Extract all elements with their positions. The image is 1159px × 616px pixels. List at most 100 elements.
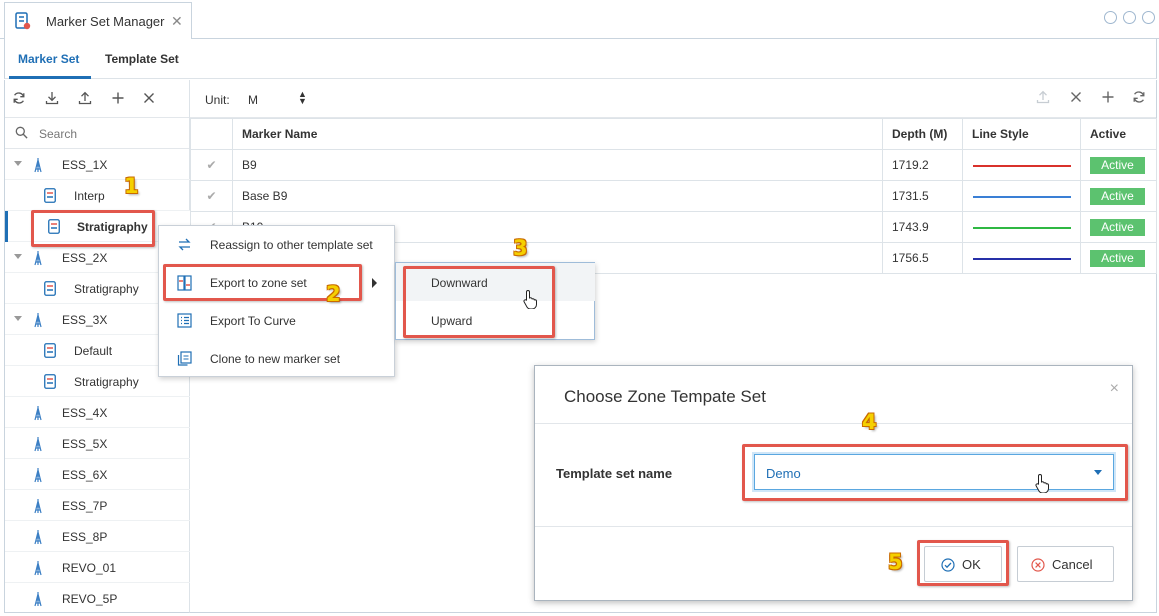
settings-icon[interactable] [1142, 11, 1155, 24]
menu-item-clone[interactable]: Clone to new marker set [159, 340, 395, 378]
active-cell[interactable]: Active [1080, 211, 1157, 243]
column-header-check [190, 118, 233, 150]
marker-set-icon [44, 281, 56, 299]
depth-cell[interactable]: 1731.5 [882, 180, 963, 212]
depth-cell[interactable]: 1743.9 [882, 211, 963, 243]
table-toolbar: Unit: M ▲ ▼ [190, 80, 1156, 118]
export-icon[interactable] [1036, 90, 1050, 108]
well-icon [33, 405, 43, 424]
marker-name-cell[interactable]: B9 [232, 149, 883, 181]
well-icon [33, 467, 43, 486]
tree-item-well[interactable]: ESS_7P [5, 490, 190, 521]
dialog-close-icon[interactable]: × [1110, 380, 1119, 398]
cancel-button-label: Cancel [1052, 557, 1093, 572]
tree-item-well[interactable]: ESS_6X [5, 459, 190, 490]
active-badge[interactable]: Active [1090, 218, 1145, 236]
check-icon[interactable]: ✔ [190, 149, 233, 181]
unit-spinner-icon[interactable]: ▲ ▼ [298, 90, 307, 106]
table-header-row: Marker Name Depth (M) Line Style Active [190, 118, 1157, 150]
upload-icon[interactable] [77, 91, 93, 107]
plus-icon[interactable] [110, 91, 126, 107]
active-badge[interactable]: Active [1090, 156, 1145, 174]
download-icon[interactable] [44, 91, 60, 107]
check-icon[interactable]: ✔ [190, 180, 233, 212]
cancel-button[interactable]: Cancel [1017, 546, 1114, 582]
active-cell[interactable]: Active [1080, 180, 1157, 212]
close-icon[interactable] [1069, 90, 1083, 108]
document-tab[interactable]: Marker Set Manager ✕ [4, 2, 192, 39]
refresh-icon[interactable] [1132, 90, 1146, 108]
tree-item-well[interactable]: ESS_8P [5, 521, 190, 552]
tree-item-label: ESS_7P [62, 499, 108, 513]
column-header-depth[interactable]: Depth (M) [882, 118, 963, 150]
tree-item-well[interactable]: ESS_5X [5, 428, 190, 459]
tree-item-label: ESS_6X [62, 468, 108, 482]
annotation-box-5 [917, 540, 1009, 586]
tree-item-marker-set[interactable]: Interp [5, 180, 190, 211]
reassign-icon [177, 237, 192, 255]
table-row[interactable]: ✔ B9 1719.2 Active [190, 149, 1157, 181]
close-tab-icon[interactable]: ✕ [171, 13, 183, 30]
column-header-line-style[interactable]: Line Style [962, 118, 1081, 150]
depth-cell[interactable]: 1756.5 [882, 242, 963, 274]
curve-list-icon [177, 313, 192, 331]
tree-toolbar [5, 80, 189, 118]
tree-item-well[interactable]: ESS_4X [5, 397, 190, 428]
close-icon[interactable] [141, 91, 157, 107]
marker-name-cell[interactable]: Base B9 [232, 180, 883, 212]
tree-item-label: ESS_4X [62, 406, 108, 420]
marker-set-manager-icon [15, 12, 31, 33]
tab-marker-set[interactable]: Marker Set [18, 52, 79, 66]
menu-item-label: Reassign to other template set [210, 238, 373, 252]
table-row[interactable]: ✔ Base B9 1731.5 Active [190, 180, 1157, 212]
unit-label: Unit: [205, 93, 230, 107]
tree-item-label: REVO_5P [62, 592, 118, 606]
marker-set-icon [44, 188, 56, 206]
plus-icon[interactable] [1101, 90, 1115, 108]
well-icon [33, 498, 43, 517]
line-style-cell[interactable] [962, 149, 1081, 181]
tree-item-label: REVO_01 [62, 561, 117, 575]
tree-item-label: Default [74, 344, 113, 358]
tree-search[interactable]: Search [5, 118, 189, 149]
restore-icon[interactable] [1104, 11, 1117, 24]
tab-template-set[interactable]: Template Set [105, 52, 179, 66]
line-style-cell[interactable] [962, 211, 1081, 243]
menu-item-reassign[interactable]: Reassign to other template set [159, 226, 395, 264]
tree-item-well[interactable]: REVO_5P [5, 583, 190, 614]
expand-caret-icon[interactable] [14, 254, 22, 259]
column-header-active[interactable]: Active [1080, 118, 1157, 150]
line-style-swatch [973, 257, 1071, 260]
active-badge[interactable]: Active [1090, 249, 1145, 267]
link-icon[interactable] [1123, 11, 1136, 24]
hand-cursor-icon [1035, 473, 1051, 496]
refresh-icon[interactable] [11, 91, 27, 107]
line-style-cell[interactable] [962, 180, 1081, 212]
menu-item-label: Clone to new marker set [210, 352, 341, 366]
divider [535, 423, 1132, 424]
active-badge[interactable]: Active [1090, 187, 1145, 205]
column-header-marker-name[interactable]: Marker Name [232, 118, 883, 150]
search-placeholder: Search [39, 127, 78, 141]
tree-item-well[interactable]: REVO_01 [5, 552, 190, 583]
expand-caret-icon[interactable] [14, 161, 22, 166]
tree-item-label: ESS_2X [62, 251, 108, 265]
line-style-swatch [973, 226, 1071, 229]
tree-item-label: Stratigraphy [74, 282, 139, 296]
unit-select[interactable]: M [248, 93, 258, 107]
clone-icon [177, 351, 192, 369]
active-cell[interactable]: Active [1080, 242, 1157, 274]
tree-item-well[interactable]: ESS_1X [5, 149, 190, 180]
menu-item-export-curve[interactable]: Export To Curve [159, 302, 395, 340]
well-icon [33, 250, 43, 269]
tree-item-label: ESS_1X [62, 158, 108, 172]
context-menu: Reassign to other template set Export to… [158, 225, 395, 377]
expand-caret-icon[interactable] [14, 316, 22, 321]
active-cell[interactable]: Active [1080, 149, 1157, 181]
annotation-number-2: 2 [326, 282, 341, 306]
line-style-cell[interactable] [962, 242, 1081, 274]
depth-cell[interactable]: 1719.2 [882, 149, 963, 181]
window-tab-bar: Marker Set Manager ✕ [0, 0, 1159, 39]
annotation-box-1 [31, 210, 155, 247]
menu-item-label: Export To Curve [210, 314, 296, 328]
